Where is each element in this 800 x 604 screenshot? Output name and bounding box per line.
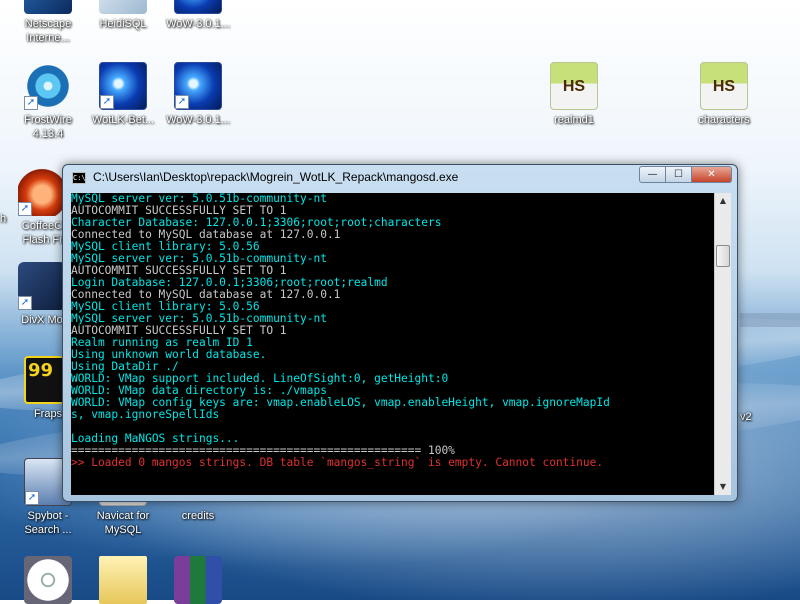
console-line: >> Loaded 0 mangos strings. DB table `ma… [71,456,604,469]
vertical-scrollbar[interactable]: ▲ ▼ [714,193,731,495]
window-titlebar[interactable]: C:\ C:\Users\Ian\Desktop\repack\Mogrein_… [63,165,737,191]
window-title: C:\Users\Ian\Desktop\repack\Mogrein_WotL… [93,170,459,184]
desktop-icon-frostwire[interactable]: ➚ FrostWire 4.13.4 [12,62,84,141]
frostwire-icon: ➚ [24,62,72,110]
fraps-counter: 99 [28,360,54,381]
netscape-icon [24,0,72,14]
heidisql-icon [99,0,147,14]
console-output[interactable]: MySQL server ver: 5.0.51b-community-nt AU… [71,193,714,495]
close-button[interactable]: ✕ [691,166,732,183]
desktop-icon-label-partial: v2 [740,411,752,423]
desktop-icon-netscape[interactable]: Netscape Interne... [12,0,84,45]
desktop-icon-label: WotLK-Bet... [91,114,155,126]
scroll-thumb[interactable] [716,245,730,267]
desktop-icon-label: Netscape Interne... [24,18,72,44]
fan-icon [24,556,72,604]
heidisql-session-icon: HS [550,62,598,110]
wow-icon [174,0,222,14]
desktop-icon-characters[interactable]: HS characters [688,62,760,127]
desktop-icon-label: FrostWire 4.13.4 [24,114,72,140]
heidisql-session-icon: HS [700,62,748,110]
desktop-icon-label: Navicat for MySQL [96,510,150,536]
desktop-icon-folder[interactable] [87,556,159,604]
desktop-icon-heidisql[interactable]: HeidiSQL [87,0,159,31]
wotlk-icon: ➚ [99,62,147,110]
divx-icon: ➚ [18,262,66,310]
desktop-icon-winrar[interactable] [162,556,234,604]
maximize-button[interactable]: ☐ [665,166,692,183]
scroll-up-button[interactable]: ▲ [715,193,731,209]
scroll-down-button[interactable]: ▼ [715,479,731,495]
desktop-icon-label: realmd1 [554,114,594,126]
desktop-icon-fan[interactable] [12,556,84,604]
wow-icon: ➚ [174,62,222,110]
desktop-icon-label: WoW-3.0.1... [166,18,230,30]
shortcut-arrow-icon: ➚ [18,296,32,310]
shortcut-arrow-icon: ➚ [25,491,39,505]
desktop-icon-label: HeidiSQL [99,18,147,30]
minimize-button[interactable]: — [639,166,666,183]
desktop-icon-label-partial [740,313,800,327]
coffeecup-icon: ➚ [18,168,66,216]
desktop-icon-wotlk[interactable]: ➚ WotLK-Bet... [87,62,159,127]
desktop-icon-realmd1[interactable]: HS realmd1 [538,62,610,127]
shortcut-arrow-icon: ➚ [18,202,32,216]
desktop-icon-label: WoW-3.0.1... [166,114,230,126]
console-line: s, vmap.ignoreSpellIds [71,408,220,421]
desktop-icon-label: credits [181,510,215,522]
console-app-icon[interactable]: C:\ [72,172,86,184]
shortcut-arrow-icon: ➚ [175,95,189,109]
desktop-icon-label-partial: h [0,213,7,225]
desktop-icon-wow[interactable]: ➚ WoW-3.0.1... [162,62,234,127]
desktop-icon-label: characters [698,114,750,126]
shortcut-arrow-icon: ➚ [100,95,114,109]
console-window[interactable]: C:\ C:\Users\Ian\Desktop\repack\Mogrein_… [62,164,738,502]
desktop-icon-label: Spybot - Search ... [24,510,72,536]
folder-icon [99,556,147,604]
desktop-icon-wow-top[interactable]: WoW-3.0.1... [162,0,234,31]
winrar-icon [174,556,222,604]
shortcut-arrow-icon: ➚ [24,96,38,110]
